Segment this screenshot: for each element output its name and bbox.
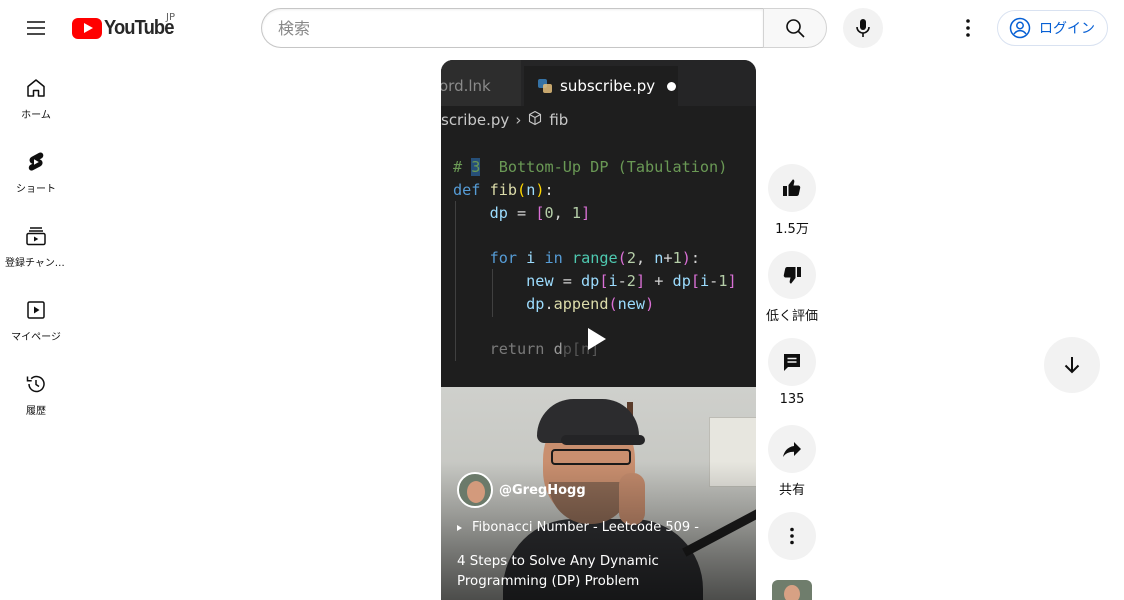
signin-label: ログイン bbox=[1039, 21, 1095, 37]
sidebar-item-label: 登録チャンネル bbox=[5, 258, 67, 269]
like-action: 1.5万 bbox=[767, 164, 817, 238]
mini-guide: ホーム ショート 登録チャンネル マイページ bbox=[4, 60, 68, 430]
play-icon[interactable] bbox=[588, 328, 606, 350]
settings-menu-button[interactable] bbox=[948, 8, 988, 48]
youtube-play-logo-icon bbox=[72, 17, 102, 39]
sidebar-item-label: ショート bbox=[16, 184, 56, 195]
search-bar bbox=[261, 8, 827, 48]
hamburger-icon bbox=[27, 21, 45, 35]
comment-icon bbox=[784, 354, 800, 371]
menu-button[interactable] bbox=[16, 8, 56, 48]
dislike-action: 低く評価 bbox=[766, 251, 819, 325]
history-icon bbox=[24, 372, 48, 396]
sidebar-item-you[interactable]: マイページ bbox=[4, 282, 68, 356]
comment-count: 135 bbox=[779, 392, 805, 407]
channel-info[interactable]: @GregHogg bbox=[457, 472, 586, 508]
like-button[interactable] bbox=[768, 164, 816, 212]
more-action bbox=[767, 512, 817, 560]
home-icon bbox=[24, 76, 48, 100]
symbol-method-icon bbox=[527, 110, 543, 130]
share-arrow-icon bbox=[783, 442, 801, 457]
signin-button[interactable]: ログイン bbox=[997, 10, 1108, 46]
shorts-actions: 1.5万 低く評価 135 共有 bbox=[766, 164, 819, 560]
video-title[interactable]: 4 Steps to Solve Any Dynamic Programming… bbox=[457, 552, 747, 592]
related-video-link[interactable]: Fibonacci Number - Leetcode 509 - bbox=[457, 520, 699, 535]
python-file-icon bbox=[538, 79, 552, 93]
sidebar-item-subscriptions[interactable]: 登録チャンネル bbox=[4, 208, 68, 282]
video-frame-editor-tabs: ord.lnk subscribe.py bbox=[441, 60, 756, 106]
channel-avatar[interactable] bbox=[457, 472, 493, 508]
subscriptions-icon bbox=[24, 224, 48, 248]
thumbs-down-icon bbox=[783, 267, 801, 284]
logo-region-code: JP bbox=[166, 12, 175, 23]
related-video-title: Fibonacci Number - Leetcode 509 - bbox=[472, 520, 699, 535]
logo-text: YouTube bbox=[104, 16, 174, 39]
comments-button[interactable] bbox=[768, 338, 816, 386]
more-vertical-icon bbox=[966, 19, 970, 37]
unsaved-dot-icon bbox=[667, 81, 677, 91]
sidebar-item-history[interactable]: 履歴 bbox=[4, 356, 68, 430]
channel-avatar-thumbnail[interactable] bbox=[772, 580, 812, 600]
youtube-logo[interactable]: YouTube bbox=[72, 16, 180, 40]
share-label: 共有 bbox=[778, 483, 805, 498]
dislike-label: 低く評価 bbox=[766, 309, 819, 324]
next-video-button[interactable] bbox=[1044, 337, 1100, 393]
share-button[interactable] bbox=[768, 425, 816, 473]
search-input[interactable] bbox=[261, 8, 763, 48]
video-frame-active-tab: subscribe.py bbox=[524, 66, 678, 106]
sidebar-item-shorts[interactable]: ショート bbox=[4, 134, 68, 208]
sidebar-item-label: ホーム bbox=[21, 110, 51, 121]
play-small-icon bbox=[457, 524, 462, 531]
like-count: 1.5万 bbox=[775, 222, 809, 237]
search-button[interactable] bbox=[763, 8, 827, 48]
sidebar-item-home[interactable]: ホーム bbox=[4, 60, 68, 134]
search-icon bbox=[786, 19, 805, 38]
sidebar-item-label: 履歴 bbox=[26, 406, 46, 417]
masthead: YouTube JP ログイン bbox=[0, 0, 1124, 56]
chevron-right-icon: › bbox=[515, 111, 522, 129]
shorts-icon bbox=[24, 150, 48, 174]
video-frame-breadcrumb: scribe.py › fib bbox=[441, 110, 569, 130]
comment-action: 135 bbox=[767, 338, 817, 412]
account-circle-icon bbox=[1009, 17, 1031, 39]
share-action: 共有 bbox=[767, 425, 817, 499]
video-frame-tab: ord.lnk bbox=[441, 60, 521, 106]
arrow-down-icon bbox=[1064, 357, 1080, 374]
more-vertical-icon bbox=[790, 527, 794, 545]
more-actions-button[interactable] bbox=[768, 512, 816, 560]
channel-name[interactable]: @GregHogg bbox=[499, 483, 586, 498]
you-icon bbox=[24, 298, 48, 322]
microphone-icon bbox=[856, 19, 870, 37]
voice-search-button[interactable] bbox=[843, 8, 883, 48]
shorts-player[interactable]: ord.lnk subscribe.py scribe.py › fib # 3… bbox=[441, 60, 756, 600]
sidebar-item-label: マイページ bbox=[11, 332, 61, 343]
dislike-button[interactable] bbox=[768, 251, 816, 299]
thumbs-up-icon bbox=[783, 179, 801, 196]
